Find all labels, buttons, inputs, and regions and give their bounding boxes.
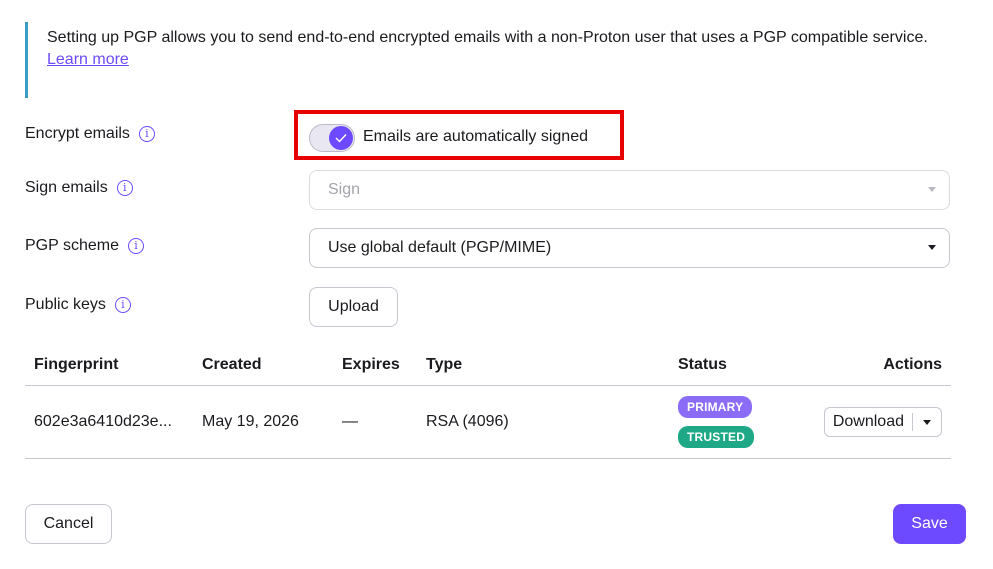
toggle-knob	[329, 126, 353, 150]
check-icon	[335, 134, 347, 143]
column-header-status: Status	[669, 344, 797, 386]
column-header-type: Type	[417, 344, 669, 386]
pgp-scheme-select[interactable]: Use global default (PGP/MIME)	[309, 228, 950, 268]
public-keys-label: Public keys	[25, 296, 106, 313]
key-type: RSA (4096)	[417, 385, 669, 459]
sign-emails-row-label: Sign emails i	[25, 179, 133, 197]
primary-badge: PRIMARY	[678, 396, 753, 418]
sign-emails-label: Sign emails	[25, 179, 108, 196]
keys-table: Fingerprint Created Expires Type Status …	[25, 344, 951, 459]
key-created: May 19, 2026	[193, 385, 333, 459]
table-row: 602e3a6410d23e... May 19, 2026 — RSA (40…	[25, 385, 951, 459]
info-icon[interactable]: i	[138, 126, 155, 142]
key-status: PRIMARY TRUSTED	[669, 385, 797, 459]
encrypt-emails-row-label: Encrypt emails i	[25, 125, 155, 143]
upload-button[interactable]: Upload	[309, 287, 398, 327]
public-keys-row-label: Public keys i	[25, 296, 131, 314]
column-header-expires: Expires	[333, 344, 417, 386]
caret-down-icon	[928, 187, 936, 192]
column-header-fingerprint: Fingerprint	[25, 344, 193, 386]
download-dropdown-toggle[interactable]	[913, 419, 941, 425]
column-header-actions: Actions	[797, 344, 951, 386]
cancel-button[interactable]: Cancel	[25, 504, 112, 544]
key-actions: Download	[797, 385, 951, 459]
pgp-scheme-value: Use global default (PGP/MIME)	[328, 239, 552, 256]
encrypt-toggle[interactable]	[309, 124, 355, 152]
download-button[interactable]: Download	[825, 413, 912, 431]
pgp-info-text: Setting up PGP allows you to send end-to…	[47, 29, 928, 46]
info-icon[interactable]: i	[114, 297, 131, 313]
trusted-badge: TRUSTED	[678, 426, 755, 448]
key-expires: —	[333, 385, 417, 459]
info-icon[interactable]: i	[116, 180, 133, 196]
caret-down-icon	[923, 419, 931, 425]
pgp-scheme-row-label: PGP scheme i	[25, 237, 144, 255]
sign-select-value: Sign	[328, 181, 361, 198]
table-header-row: Fingerprint Created Expires Type Status …	[25, 344, 951, 386]
toggle-label: Emails are automatically signed	[363, 128, 588, 145]
info-icon[interactable]: i	[127, 238, 144, 254]
save-button[interactable]: Save	[893, 504, 966, 544]
learn-more-link[interactable]: Learn more	[47, 51, 129, 68]
key-fingerprint: 602e3a6410d23e...	[25, 385, 193, 459]
caret-down-icon	[928, 245, 936, 250]
column-header-created: Created	[193, 344, 333, 386]
download-split-button: Download	[823, 407, 942, 437]
pgp-scheme-label: PGP scheme	[25, 237, 119, 254]
pgp-info-banner: Setting up PGP allows you to send end-to…	[25, 22, 945, 98]
sign-select: Sign	[309, 170, 950, 210]
encrypt-emails-label: Encrypt emails	[25, 125, 130, 142]
